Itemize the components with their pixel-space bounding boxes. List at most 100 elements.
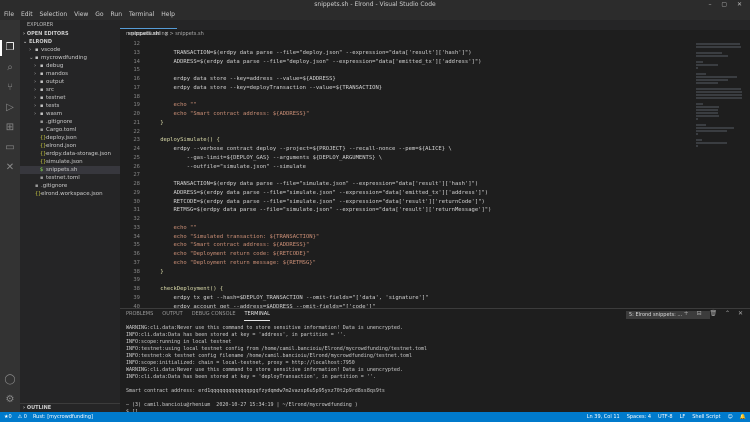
menu-view[interactable]: View (74, 10, 88, 20)
code-line: 37 echo "Deployment return message: ${RE… (120, 259, 750, 268)
menu-terminal[interactable]: Terminal (129, 10, 154, 20)
code-line: 15 (120, 66, 750, 75)
breadcrumb[interactable]: mycrowdfunding > snippets.sh (120, 30, 750, 38)
line-number: 23 (133, 137, 140, 144)
minimap-line (696, 115, 719, 117)
panel-actions[interactable]: + ⊟ 🗑 ⌃ ✕ (684, 310, 746, 317)
terminal-line: Smart contract address: erd1qqqqqqqqqqqq… (126, 388, 385, 394)
menu-help[interactable]: Help (161, 10, 175, 20)
open-editors-section[interactable]: › OPEN EDITORS (20, 30, 120, 38)
tree-item[interactable]: › ▪ wasm (20, 110, 120, 118)
code-line: 12 (120, 40, 750, 49)
workspace-root-section[interactable]: ⌄ ELROND (20, 38, 120, 46)
minimap-line (696, 145, 699, 147)
tree-item[interactable]: ▪ .gitignore (20, 182, 120, 190)
line-text: --gas-limit=${DEPLOY_GAS} --arguments ${… (147, 154, 383, 161)
minimap-line (696, 88, 741, 90)
manage-gear-icon[interactable]: ⚙ (4, 394, 16, 406)
tree-item[interactable]: ▪ Cargo.toml (20, 126, 120, 134)
status-item[interactable]: 🔔 (740, 414, 746, 420)
code-editor[interactable]: 12 13 TRANSACTION=$(erdpy data parse --fi… (120, 40, 750, 362)
status-item[interactable]: Shell Script (692, 414, 720, 420)
status-item[interactable]: ☺ (728, 414, 733, 420)
terminal-line: INFO:cli.data:Data has been stored at ke… (126, 374, 376, 380)
minimap-line (696, 124, 707, 126)
tree-item-label: snippets.sh (46, 167, 78, 173)
tree-item[interactable]: › ▪ debug (20, 62, 120, 70)
tree-item-label: debug (46, 63, 64, 69)
panel-tab-terminal[interactable]: TERMINAL (244, 309, 270, 321)
status-item[interactable]: ★0 (4, 414, 12, 420)
status-item[interactable]: ⚠ 0 (18, 414, 27, 420)
tree-item[interactable]: › ▪ testnet (20, 94, 120, 102)
minimap-line (696, 43, 741, 45)
tree-item[interactable]: {}deploy.json (20, 134, 120, 142)
tree-item[interactable]: › ▪ mandos (20, 70, 120, 78)
account-icon[interactable]: ◯ (4, 374, 16, 386)
terminal-line: WARNING:cli.data:Never use this command … (126, 367, 403, 373)
window-title: snippets.sh - Elrond - Visual Studio Cod… (314, 1, 436, 8)
tree-item[interactable]: {}elrond.json (20, 142, 120, 150)
tree-item[interactable]: ▪ .gitignore (20, 118, 120, 126)
code-line: 36 echo "Deployment return code: ${RETCO… (120, 250, 750, 259)
tree-item[interactable]: {}elrond.workspace.json (20, 190, 120, 198)
line-number: 29 (133, 189, 140, 196)
search-icon[interactable]: ⌕ (4, 62, 16, 74)
minimap[interactable] (696, 40, 742, 190)
bottom-panel: PROBLEMS OUTPUT DEBUG CONSOLE TERMINAL 5: E… (120, 308, 750, 415)
status-bar-left: ★0 ⚠ 0 Rust: [mycrowdfunding] (4, 412, 99, 422)
line-number: 16 (133, 76, 140, 82)
terminal-line: INFO:testnet:ok testnet config filename … (126, 353, 412, 359)
tree-item[interactable]: {}simulate.json (20, 158, 120, 166)
remote-explorer-icon[interactable]: ▭ (4, 142, 16, 154)
line-text: } (147, 268, 164, 275)
explorer-header: EXPLORER (27, 22, 54, 28)
tree-item[interactable]: ▪ testnet.toml (20, 174, 120, 182)
elrond-icon[interactable]: ✕ (4, 162, 16, 174)
code-line: 31 RETMSG=$(erdpy data parse --file="sim… (120, 206, 750, 215)
tree-item[interactable]: › ▪ src (20, 86, 120, 94)
status-item[interactable]: LF (680, 414, 686, 420)
extensions-icon[interactable]: ⊞ (4, 122, 16, 134)
menu-go[interactable]: Go (95, 10, 103, 20)
run-debug-icon[interactable]: ▷ (4, 102, 16, 114)
tree-item[interactable]: $ snippets.sh (20, 166, 120, 174)
code-line: 39 erdpy tx get --hash=$DEPLOY_TRANSACTI… (120, 294, 750, 303)
terminal-output[interactable]: WARNING:cli.data:Never use this command … (126, 325, 736, 416)
tree-item[interactable]: {}erdpy.data-storage.json (20, 150, 120, 158)
status-item[interactable]: Rust: [mycrowdfunding] (33, 414, 93, 420)
panel-tab-debug-console[interactable]: DEBUG CONSOLE (192, 309, 236, 320)
status-item[interactable]: Ln 39, Col 11 (587, 414, 620, 420)
tree-item[interactable]: › ▪ tests (20, 102, 120, 110)
status-item[interactable]: Spaces: 4 (627, 414, 651, 420)
menu-selection[interactable]: Selection (40, 10, 68, 20)
minimap-line (696, 106, 720, 108)
minimap-line (696, 118, 699, 120)
tree-item-label: tests (46, 103, 60, 109)
status-item[interactable]: UTF-8 (658, 414, 673, 420)
minimap-line (696, 133, 699, 135)
tree-item-label: elrond.workspace.json (41, 191, 103, 197)
source-control-icon[interactable]: ⑂ (4, 82, 16, 94)
menu-file[interactable]: File (4, 10, 14, 20)
minimap-line (696, 127, 735, 129)
explorer-icon[interactable]: ❐ (4, 42, 16, 54)
menu-run[interactable]: Run (111, 10, 123, 20)
window-controls[interactable]: – ▢ ✕ (708, 1, 746, 8)
terminal-line: WARNING:cli.data:Never use this command … (126, 325, 403, 331)
panel-tab-problems[interactable]: PROBLEMS (126, 309, 153, 320)
tree-item[interactable]: › ▪ vscode (20, 46, 120, 54)
terminal-line: INFO:scope:initialized: chain = local-te… (126, 360, 355, 366)
tree-item[interactable]: › ▪ output (20, 78, 120, 86)
code-line: 23 deploySimulate() { (120, 136, 750, 145)
line-text: echo "Simulated transaction: ${TRANSACTI… (147, 233, 320, 240)
tree-item-label: vscode (41, 47, 61, 53)
minimap-line (696, 76, 738, 78)
tree-item[interactable]: ⌄▪ mycrowdfunding (20, 54, 120, 62)
panel-tab-output[interactable]: OUTPUT (162, 309, 182, 320)
outline-section[interactable]: › OUTLINE (20, 403, 120, 412)
menu-edit[interactable]: Edit (21, 10, 33, 20)
chevron-right-icon: › (23, 31, 26, 37)
tree-item-label: erdpy.data-storage.json (46, 151, 112, 157)
tree-item-label: mandos (46, 71, 68, 77)
